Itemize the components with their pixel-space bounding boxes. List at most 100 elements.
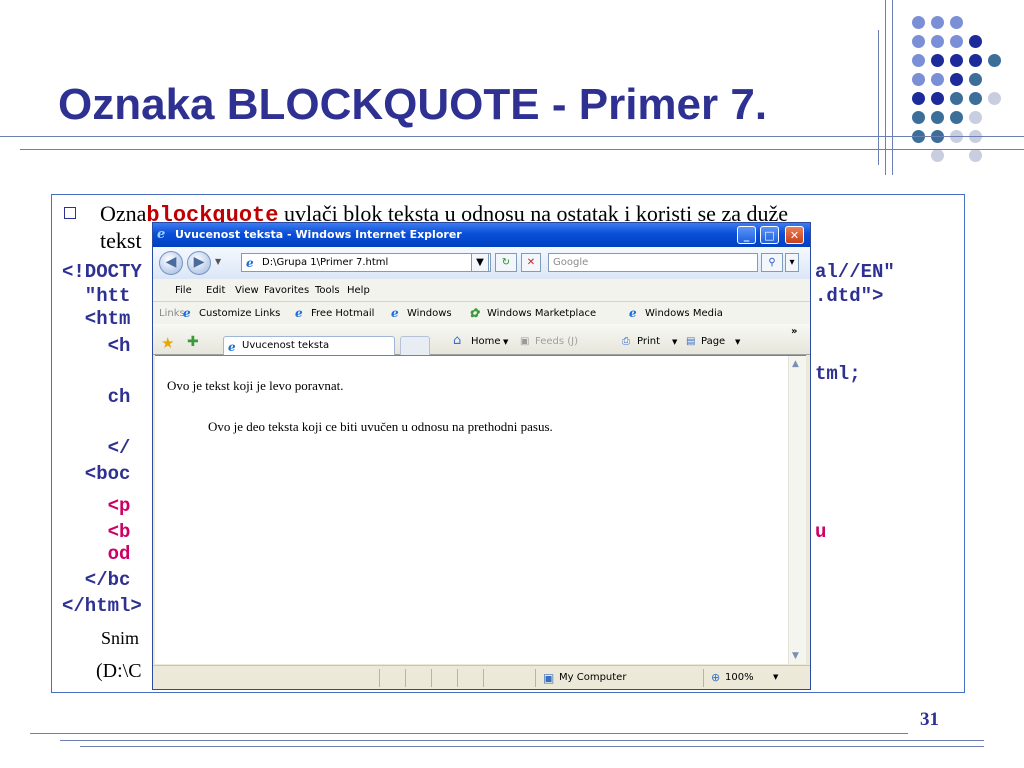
code-line-tail: al//EN" [815,261,895,283]
page-dropdown-icon[interactable]: ▼ [735,338,740,346]
title-rule [20,149,1024,150]
scroll-down-icon[interactable]: ▼ [792,651,799,661]
bullet-icon [64,207,76,219]
dot [988,54,1001,67]
address-dropdown-button[interactable]: ▼ [471,253,489,272]
code-line: <h [62,335,131,357]
page-icon: e [228,340,236,354]
search-input[interactable]: Google [548,253,758,272]
close-button[interactable]: ✕ [785,226,804,244]
code-line: <!DOCTY [62,261,142,283]
code-line: <boc [62,463,131,485]
menu-item-file[interactable]: File [175,285,192,296]
dot [969,73,982,86]
status-separator [457,669,458,687]
print-button[interactable]: Print [637,336,660,347]
link-windows-media[interactable]: Windows Media [645,308,723,319]
code-line: ch [62,386,131,408]
vertical-rule [885,0,886,175]
dot [931,92,944,105]
code-line: od [62,543,131,565]
footer-rule [80,746,984,747]
ie-link-icon: e [295,306,303,320]
window-title: Uvucenost teksta - Windows Internet Expl… [175,228,462,241]
link-customize[interactable]: Customize Links [199,308,280,319]
menu-item-help[interactable]: Help [347,285,370,296]
marketplace-icon: ✿ [469,306,480,320]
page-icon: e [246,256,254,270]
menu-bar: File Edit View Favorites Tools Help [153,279,810,301]
dot [931,149,944,162]
print-icon[interactable]: ⎙ [622,336,630,347]
page-viewport: Ovo je tekst koji je levo poravnat. Ovo … [155,355,806,664]
dot [912,16,925,29]
status-separator [535,669,536,687]
home-dropdown-icon[interactable]: ▼ [503,338,508,346]
address-bar[interactable]: e D:\Grupa 1\Primer 7.html [241,253,491,272]
zoom-level[interactable]: 100% [725,672,754,683]
menu-item-tools[interactable]: Tools [315,285,340,296]
favorites-star-icon[interactable]: ★ [161,334,174,352]
menu-item-view[interactable]: View [235,285,259,296]
address-text: D:\Grupa 1\Primer 7.html [262,257,389,268]
code-line: "htt [62,285,131,307]
menu-item-favorites[interactable]: Favorites [264,285,309,296]
menu-item-edit[interactable]: Edit [206,285,225,296]
vertical-rule [878,30,879,165]
status-separator [431,669,432,687]
zoom-icon: ⊕ [711,671,721,684]
code-line: <p [62,495,131,517]
status-separator [703,669,704,687]
dot [950,92,963,105]
maximize-button[interactable]: □ [760,226,779,244]
dot [931,54,944,67]
tab-uvucenost-teksta[interactable]: e Uvucenost teksta [223,336,395,356]
forward-button[interactable]: ▶ [187,251,211,275]
feeds-icon: ▣ [520,336,530,347]
title-rule [0,136,1024,137]
dot [950,35,963,48]
caption-path: (D:\C [96,660,142,682]
dot [969,35,982,48]
search-icon[interactable]: ⚲ [761,253,783,272]
code-line-tail: tml; [815,363,861,385]
back-button[interactable]: ◀ [159,251,183,275]
add-favorite-icon[interactable]: ✚ [187,334,199,350]
code-line: </bc [62,569,131,591]
vertical-rule [892,0,893,175]
search-options-button[interactable]: ▾ [785,253,799,272]
link-free-hotmail[interactable]: Free Hotmail [311,308,374,319]
code-line: </ [62,437,131,459]
feeds-button[interactable]: Feeds (J) [535,336,578,347]
link-windows[interactable]: Windows [407,308,452,319]
dot [950,54,963,67]
computer-icon: ▣ [543,671,555,685]
page-button[interactable]: Page [701,336,725,347]
home-icon[interactable]: ⌂ [453,333,461,348]
dot [912,111,925,124]
zone-label: My Computer [559,672,627,683]
code-line: <htm [62,308,131,330]
vertical-scrollbar[interactable]: ▲ ▼ [788,356,806,664]
zoom-dropdown-icon[interactable]: ▼ [773,673,778,681]
dot [931,16,944,29]
slide-title: Oznaka BLOCKQUOTE - Primer 7. [58,80,768,129]
dot [931,111,944,124]
dot [912,73,925,86]
refresh-button[interactable]: ↻ [495,253,517,272]
scroll-up-icon[interactable]: ▲ [792,359,799,369]
dot [912,92,925,105]
minimize-button[interactable]: _ [737,226,756,244]
caption-text: Snim [101,628,140,648]
title-bar[interactable]: e Uvucenost teksta - Windows Internet Ex… [153,223,810,247]
dot [950,73,963,86]
dot [950,111,963,124]
link-windows-marketplace[interactable]: Windows Marketplace [487,308,596,319]
new-tab-button[interactable] [400,336,430,356]
print-dropdown-icon[interactable]: ▼ [672,338,677,346]
history-dropdown-icon[interactable]: ▼ [215,257,221,266]
toolbar-overflow-icon[interactable]: » [791,326,797,337]
stop-button[interactable]: ✕ [521,253,541,272]
home-button[interactable]: Home [471,336,501,347]
address-toolbar: ◀ ▶ ▼ e D:\Grupa 1\Primer 7.html ▼ ↻ ✕ G… [153,247,810,279]
